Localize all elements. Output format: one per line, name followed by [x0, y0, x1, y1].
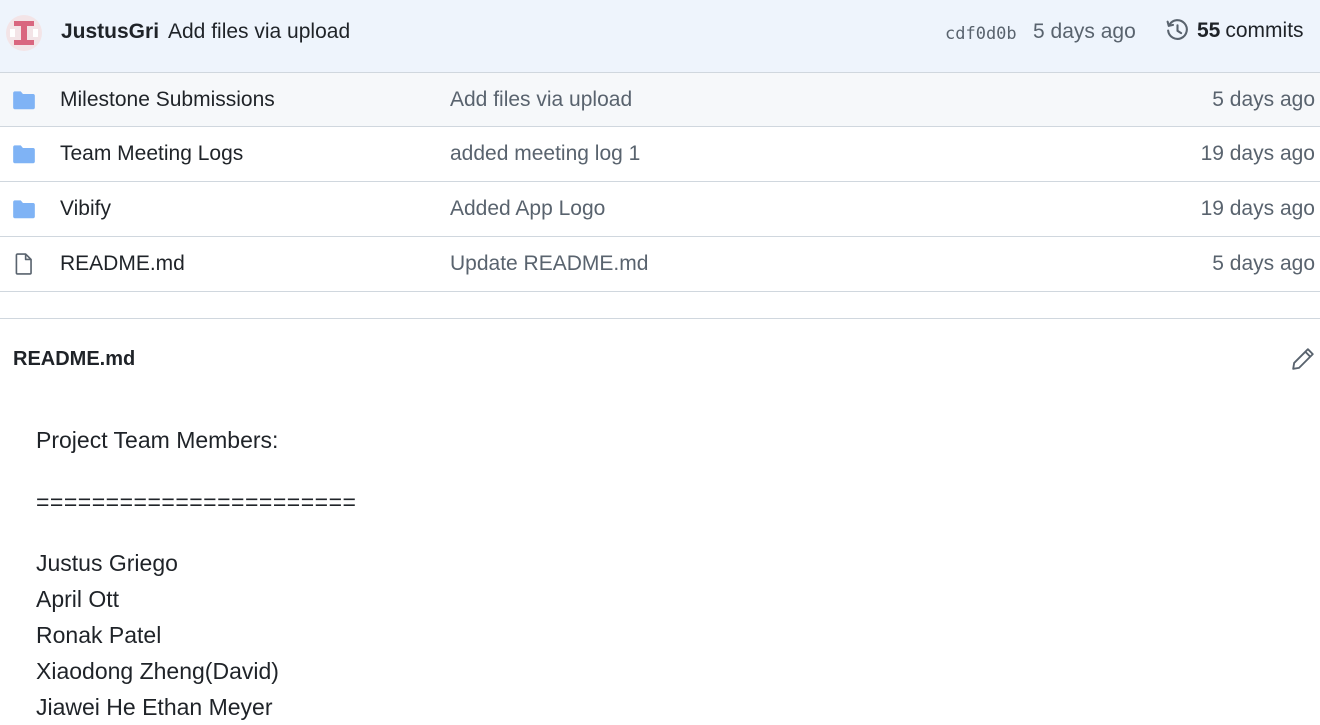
readme-title[interactable]: README.md	[13, 348, 135, 371]
folder-icon	[13, 91, 35, 110]
commit-author-link[interactable]: JustusGri	[61, 20, 159, 44]
file-row[interactable]: Team Meeting Logs added meeting log 1 19…	[0, 127, 1320, 182]
readme-divider-text: =======================	[36, 489, 357, 515]
history-icon	[1166, 19, 1188, 40]
file-commit-time: 5 days ago	[1212, 88, 1315, 111]
team-member: Ronak Patel	[36, 622, 162, 648]
commit-sha-link[interactable]: cdf0d0b	[945, 24, 1017, 44]
file-row[interactable]: README.md Update README.md 5 days ago	[0, 237, 1320, 292]
commit-time: 5 days ago	[1033, 20, 1136, 43]
commits-history-link[interactable]: 55 commits	[1165, 18, 1304, 43]
team-member: Justus Griego	[36, 550, 178, 576]
readme-header: README.md	[0, 318, 1320, 398]
file-row[interactable]: Milestone Submissions Add files via uplo…	[0, 73, 1320, 127]
file-commit-message-link[interactable]: Added App Logo	[450, 197, 605, 221]
file-row[interactable]: Vibify Added App Logo 19 days ago	[0, 182, 1320, 237]
commit-message-link[interactable]: Add files via upload	[168, 20, 350, 44]
file-commit-time: 19 days ago	[1200, 197, 1315, 220]
commits-count: 55	[1197, 18, 1221, 42]
file-commit-message-link[interactable]: added meeting log 1	[450, 142, 640, 166]
team-member: Xiaodong Zheng(David)	[36, 658, 279, 684]
folder-icon	[13, 145, 35, 164]
pencil-icon	[1292, 348, 1314, 370]
edit-readme-button[interactable]	[1289, 345, 1317, 373]
latest-commit-bar: JustusGri Add files via upload cdf0d0b 5…	[0, 0, 1320, 73]
file-commit-message-link[interactable]: Add files via upload	[450, 88, 632, 112]
commits-label: commits	[1225, 18, 1304, 42]
file-commit-time: 19 days ago	[1200, 142, 1315, 165]
readme-heading: Project Team Members:	[36, 427, 279, 453]
team-member: April Ott	[36, 586, 120, 612]
folder-icon	[13, 200, 35, 219]
file-commit-time: 5 days ago	[1212, 252, 1315, 275]
file-name-link[interactable]: README.md	[60, 252, 185, 276]
author-avatar[interactable]	[6, 15, 42, 51]
file-name-link[interactable]: Vibify	[60, 197, 111, 221]
file-name-link[interactable]: Team Meeting Logs	[60, 142, 243, 166]
file-name-link[interactable]: Milestone Submissions	[60, 88, 275, 112]
readme-content: Project Team Members: ==================…	[36, 425, 356, 725]
file-table: Milestone Submissions Add files via uplo…	[0, 73, 1320, 292]
team-member: Jiawei He Ethan Meyer	[36, 694, 273, 720]
file-commit-message-link[interactable]: Update README.md	[450, 252, 648, 276]
file-icon	[15, 253, 32, 275]
